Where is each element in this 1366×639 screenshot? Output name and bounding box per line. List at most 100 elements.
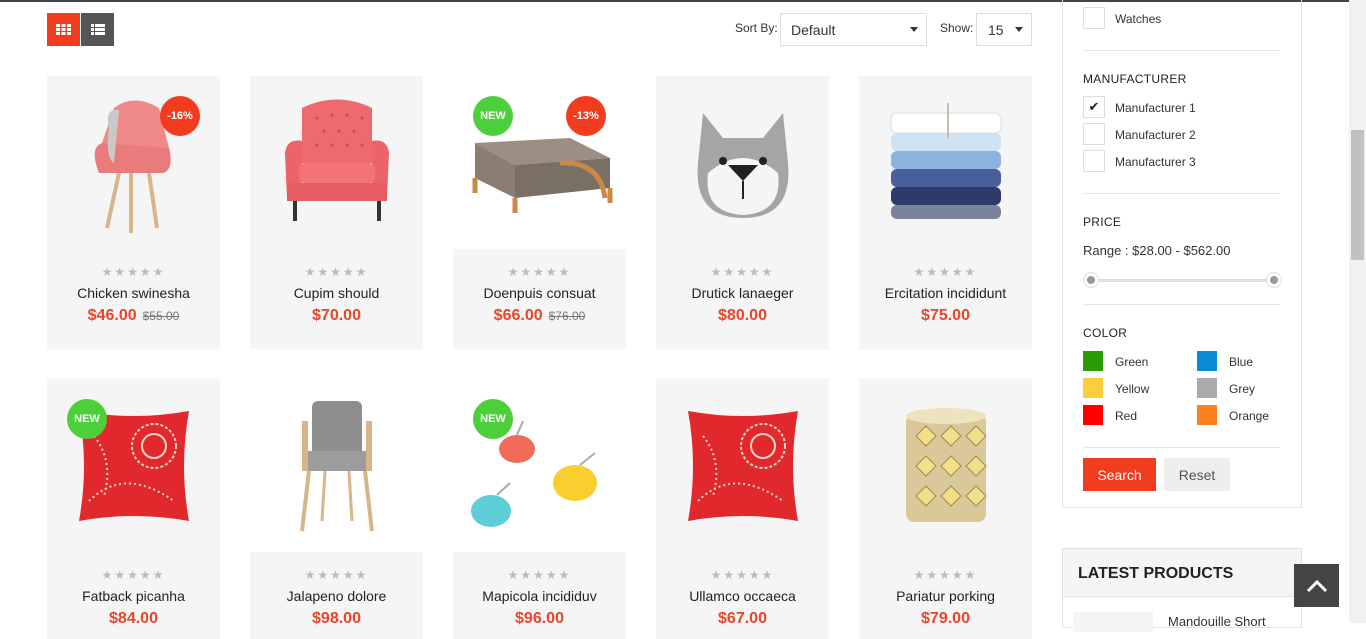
show-select[interactable]: 15 [976, 13, 1032, 46]
product-card[interactable]: ★★★★★ Ullamco occaeca $67.00 [656, 379, 829, 639]
latest-products-title: LATEST PRODUCTS [1078, 565, 1234, 582]
rating-stars: ★★★★★ [913, 568, 978, 582]
manufacturer-label[interactable]: Manufacturer 2 [1115, 128, 1196, 142]
grey-chair-image [299, 400, 374, 531]
product-name[interactable]: Pariatur porking [859, 588, 1032, 604]
product-image[interactable] [859, 379, 1032, 552]
product-card[interactable]: ★★★★★ Drutick lanaeger $80.00 [656, 76, 829, 349]
divider [1083, 193, 1280, 194]
product-image[interactable] [656, 76, 829, 249]
color-swatch-grey[interactable] [1197, 378, 1217, 398]
new-badge: NEW [473, 96, 513, 136]
scrollbar-thumb[interactable] [1351, 130, 1364, 260]
red-pillow-image [687, 410, 798, 521]
product-image[interactable] [250, 379, 423, 552]
price-block: $98.00 [250, 610, 423, 628]
latest-product-thumbnail[interactable] [1073, 612, 1153, 632]
price-block: $96.00 [453, 610, 626, 628]
product-name[interactable]: Chicken swinesha [47, 285, 220, 301]
color-label[interactable]: Blue [1229, 355, 1253, 369]
product-name[interactable]: Doenpuis consuat [453, 285, 626, 301]
rating-stars: ★★★★★ [710, 568, 775, 582]
product-name[interactable]: Drutick lanaeger [656, 285, 829, 301]
color-heading: COLOR [1083, 326, 1128, 340]
product-name[interactable]: Ullamco occaeca [656, 588, 829, 604]
product-card[interactable]: NEW -13% ★★★★★ Doenpuis consuat $66.00 $7… [453, 76, 626, 349]
product-card[interactable]: NEW ★★★★★ Mapicola incididuv $96.00 [453, 379, 626, 639]
color-label[interactable]: Red [1115, 409, 1137, 423]
tufted-armchair-image [284, 99, 389, 221]
color-swatch-green[interactable] [1083, 351, 1103, 371]
manufacturer-label[interactable]: Manufacturer 3 [1115, 155, 1196, 169]
product-card[interactable]: ★★★★★ Ercitation incididunt $75.00 [859, 76, 1032, 349]
color-label[interactable]: Green [1115, 355, 1148, 369]
price-block: $66.00 $76.00 [453, 307, 626, 325]
product-price: $96.00 [515, 610, 564, 627]
product-price: $66.00 [493, 307, 543, 324]
checkbox-manufacturer-3[interactable] [1083, 150, 1105, 172]
chevron-down-icon [1015, 27, 1023, 32]
color-swatch-blue[interactable] [1197, 351, 1217, 371]
product-name[interactable]: Mapicola incididuv [453, 588, 626, 604]
price-block: $75.00 [859, 307, 1032, 325]
product-name[interactable]: Jalapeno dolore [250, 588, 423, 604]
product-card[interactable]: NEW ★★★★★ Fatback picanha $84.00 [47, 379, 220, 639]
discount-badge: -13% [566, 96, 606, 136]
product-image[interactable] [656, 379, 829, 552]
product-card[interactable]: ★★★★★ Cupim should $70.00 [250, 76, 423, 349]
product-card[interactable]: ★★★★★ Jalapeno dolore $98.00 [250, 379, 423, 639]
latest-products-panel: LATEST PRODUCTS Mandouille Short [1062, 548, 1302, 632]
product-price: $46.00 [87, 307, 137, 324]
price-heading: PRICE [1083, 215, 1122, 229]
reset-button[interactable]: Reset [1164, 458, 1230, 491]
checkbox-manufacturer-1[interactable]: ✔ [1083, 96, 1105, 118]
back-to-top-button[interactable] [1294, 564, 1339, 607]
new-badge: NEW [473, 399, 513, 439]
manufacturer-label[interactable]: Manufacturer 1 [1115, 101, 1196, 115]
rating-stars: ★★★★★ [304, 568, 369, 582]
candle-holder-image [905, 407, 987, 522]
product-name[interactable]: Cupim should [250, 285, 423, 301]
search-button[interactable]: Search [1083, 458, 1156, 491]
list-icon [90, 24, 105, 35]
check-icon: ✔ [1088, 99, 1100, 114]
old-price: $76.00 [548, 309, 586, 323]
price-slider-track[interactable] [1091, 279, 1275, 282]
product-card[interactable]: -16% ★★★★★ Chicken swinesha $46.00 $55.00 [47, 76, 220, 349]
checkbox-manufacturer-2[interactable] [1083, 123, 1105, 145]
grid-icon [56, 24, 71, 35]
price-slider-max-handle[interactable] [1266, 272, 1282, 288]
product-price: $70.00 [312, 307, 361, 324]
price-block: $67.00 [656, 610, 829, 628]
category-label[interactable]: Watches [1115, 12, 1161, 26]
color-swatch-red[interactable] [1083, 405, 1103, 425]
grid-view-button[interactable] [47, 13, 80, 46]
color-swatch-orange[interactable] [1197, 405, 1217, 425]
color-label[interactable]: Orange [1229, 409, 1269, 423]
sort-by-label: Sort By: [735, 21, 778, 35]
latest-product-name[interactable]: Mandouille Short [1168, 614, 1266, 629]
new-badge: NEW [67, 399, 107, 439]
price-block: $79.00 [859, 610, 1032, 628]
product-name[interactable]: Fatback picanha [47, 588, 220, 604]
manufacturer-heading: MANUFACTURER [1083, 72, 1187, 86]
show-label: Show: [940, 21, 974, 35]
page-scrollbar[interactable] [1349, 0, 1366, 623]
color-label[interactable]: Grey [1229, 382, 1255, 396]
rating-stars: ★★★★★ [507, 568, 572, 582]
checkbox-watches[interactable] [1083, 7, 1105, 29]
rating-stars: ★★★★★ [913, 265, 978, 279]
product-card[interactable]: ★★★★★ Pariatur porking $79.00 [859, 379, 1032, 639]
divider [1083, 304, 1280, 305]
product-image[interactable] [250, 76, 423, 249]
list-view-button[interactable] [81, 13, 114, 46]
price-block: $80.00 [656, 307, 829, 325]
product-name[interactable]: Ercitation incididunt [859, 285, 1032, 301]
chevron-up-icon [1306, 579, 1327, 592]
color-swatch-yellow[interactable] [1083, 378, 1103, 398]
product-image[interactable] [859, 76, 1032, 249]
price-slider-min-handle[interactable] [1083, 272, 1099, 288]
color-label[interactable]: Yellow [1115, 382, 1149, 396]
show-select-value: 15 [988, 21, 1004, 38]
sort-select[interactable]: Default [780, 13, 927, 46]
